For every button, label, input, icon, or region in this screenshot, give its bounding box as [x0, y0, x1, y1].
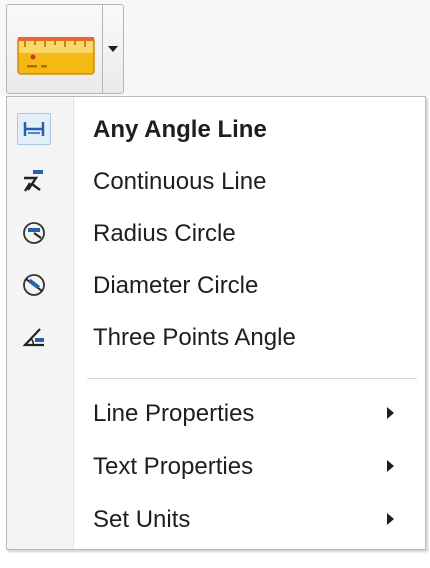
- menu-item-label: Text Properties: [93, 453, 254, 480]
- menu-item-label: Three Points Angle: [93, 324, 296, 351]
- submenu-arrow-icon: [387, 460, 394, 472]
- measure-tool-button[interactable]: [7, 5, 103, 93]
- menu-item-continuous-line[interactable]: Continuous Line: [7, 155, 425, 207]
- chevron-down-icon: [108, 46, 118, 52]
- submenu-arrow-icon: [387, 513, 394, 525]
- menu-item-line-properties[interactable]: Line Properties: [7, 387, 425, 439]
- menu-item-label: Line Properties: [93, 400, 255, 427]
- menu-item-any-angle-line[interactable]: Any Angle Line: [7, 103, 425, 155]
- menu-separator: [87, 378, 417, 379]
- menu-item-label: Radius Circle: [93, 220, 236, 247]
- menu-item-set-units[interactable]: Set Units: [7, 493, 425, 545]
- menu-item-label: Set Units: [93, 506, 191, 533]
- menu-item-label: Continuous Line: [93, 168, 267, 195]
- menu-item-text-properties[interactable]: Text Properties: [7, 440, 425, 492]
- menu-item-radius-circle[interactable]: Radius Circle: [7, 207, 425, 259]
- measure-tool-split-button[interactable]: [6, 4, 124, 94]
- menu-item-label: Diameter Circle: [93, 272, 259, 299]
- measure-toolbar: [0, 0, 430, 96]
- ruler-icon: [17, 37, 95, 75]
- diameter-circle-icon: [17, 269, 51, 301]
- continuous-line-icon: [17, 165, 51, 197]
- three-points-angle-icon: [17, 321, 51, 353]
- measure-tool-menu: Any Angle Line Continuous Line Radius Ci…: [6, 96, 426, 550]
- radius-circle-icon: [17, 217, 51, 249]
- menu-item-label: Any Angle Line: [93, 116, 267, 143]
- any-angle-line-icon: [17, 113, 51, 145]
- menu-item-diameter-circle[interactable]: Diameter Circle: [7, 259, 425, 311]
- menu-item-three-points-angle[interactable]: Three Points Angle: [7, 311, 425, 363]
- tool-dropdown-arrow[interactable]: [103, 5, 123, 93]
- submenu-arrow-icon: [387, 407, 394, 419]
